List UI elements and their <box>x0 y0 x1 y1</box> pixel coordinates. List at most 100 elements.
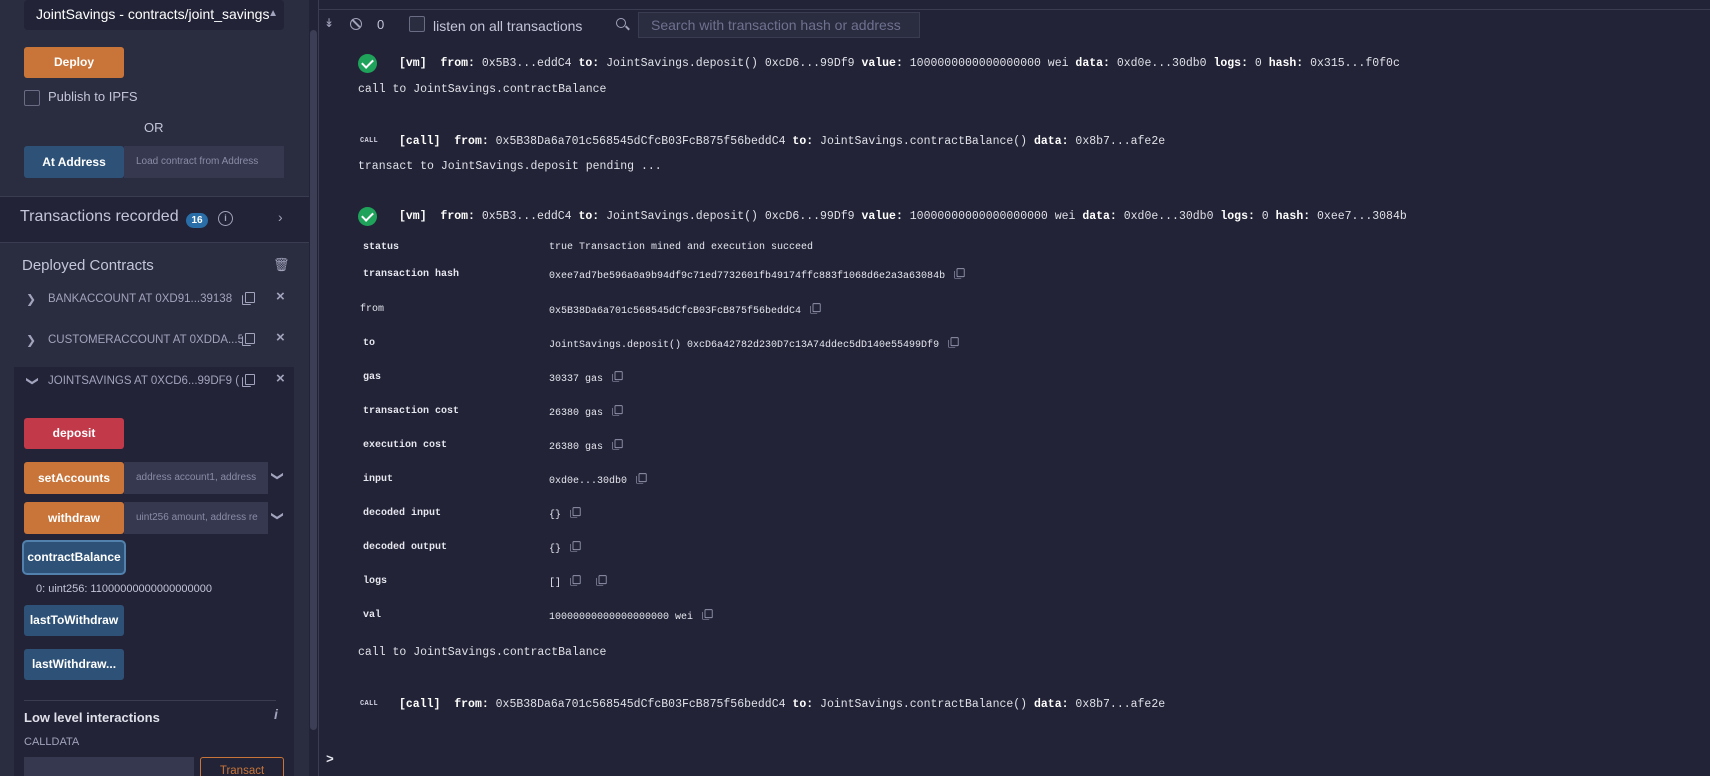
load-contract-address-input[interactable]: Load contract from Address <box>124 146 284 178</box>
logs-label: logs: <box>1213 57 1248 70</box>
copy-icon[interactable] <box>954 268 965 279</box>
contract-select[interactable]: JointSavings - contracts/joint_savings ▲ <box>24 0 284 30</box>
copy-icon[interactable] <box>242 374 255 387</box>
chevron-down-icon[interactable]: ❯ <box>271 471 285 481</box>
detail-value-text: 26380 gas <box>549 408 604 420</box>
detail-value-transaction-cost: 26380 gas <box>549 405 623 420</box>
chevron-down-icon[interactable]: ❯ <box>271 511 285 521</box>
call-log-line-2[interactable]: [call] from: 0x5B38Da6a701c568545dCfcB03… <box>399 698 1165 711</box>
set-accounts-button[interactable]: setAccounts <box>24 462 124 494</box>
listen-all-checkbox[interactable] <box>409 16 425 32</box>
success-check-icon <box>358 54 377 73</box>
deployed-contract-jointsavings[interactable]: ❯ JOINTSAVINGS AT 0XCD6...99DF9 ( × <box>14 366 294 404</box>
tx-logs: 0 <box>1254 57 1262 70</box>
set-accounts-input[interactable]: address account1, address <box>124 462 268 494</box>
call-log-line-1[interactable]: [call] from: 0x5B38Da6a701c568545dCfcB03… <box>399 135 1165 148</box>
detail-key-transaction-cost: transaction cost <box>363 406 460 417</box>
close-icon[interactable]: × <box>276 329 285 346</box>
call-notice-1: call to JointSavings.contractBalance <box>358 83 607 96</box>
deployed-contract-customeraccount[interactable]: ❯ CUSTOMERACCOUNT AT 0XDDA...5 × <box>14 325 294 363</box>
chevron-right-icon[interactable]: ❯ <box>26 325 36 355</box>
listen-all-label: listen on all transactions <box>433 18 583 34</box>
data-label: data: <box>1034 135 1069 148</box>
contract-balance-result: 0: uint256: 11000000000000000000 <box>36 583 212 595</box>
transact-button[interactable]: Transact <box>200 757 284 776</box>
last-withdraw-amount-button[interactable]: lastWithdraw... <box>24 649 124 680</box>
detail-key-execution-cost: execution cost <box>363 440 448 451</box>
call-tag: [call] <box>399 698 441 711</box>
tx-tag: [vm] <box>399 57 427 70</box>
chevron-right-icon[interactable]: ❯ <box>26 284 36 314</box>
detail-key-val: val <box>363 610 382 621</box>
copy-icon[interactable] <box>570 541 581 552</box>
call-to: JointSavings.contractBalance() <box>820 135 1028 148</box>
withdraw-button[interactable]: withdraw <box>24 502 124 534</box>
call-badge: CALL <box>360 700 379 708</box>
detail-value-text: {} <box>549 544 562 556</box>
deploy-panel: JointSavings - contracts/joint_savings ▲… <box>0 0 309 776</box>
copy-icon[interactable] <box>612 371 623 382</box>
detail-value-logs: [] <box>549 575 607 589</box>
terminal-prompt[interactable]: > <box>326 752 334 767</box>
tx-log-line-2[interactable]: [vm] from: 0x5B3...eddC4 to: JointSaving… <box>399 210 1407 223</box>
publish-ipfs-checkbox[interactable] <box>24 90 40 106</box>
to-label: to: <box>792 135 814 148</box>
detail-key-logs: logs <box>363 576 388 587</box>
left-panel-scrollbar[interactable] <box>309 0 318 776</box>
at-address-button[interactable]: At Address <box>24 146 124 178</box>
transactions-recorded-section[interactable]: Transactions recorded 16 i › <box>0 196 309 243</box>
detail-value-status: true Transaction mined and execution suc… <box>549 242 813 253</box>
from-label: from: <box>454 135 489 148</box>
transaction-search-input[interactable]: Search with transaction hash or address <box>638 12 920 38</box>
copy-icon[interactable] <box>570 575 581 586</box>
copy-icon[interactable] <box>612 439 623 450</box>
contract-balance-button[interactable]: contractBalance <box>24 542 124 573</box>
tx-log-line-1[interactable]: [vm] from: 0x5B3...eddC4 to: JointSaving… <box>399 57 1400 70</box>
contract-name: BANKACCOUNT AT 0XD91...39138 <box>48 293 233 305</box>
tx-data: 0xd0e...30db0 <box>1116 57 1207 70</box>
info-icon[interactable]: i <box>218 211 233 226</box>
detail-value-text: 26380 gas <box>549 442 604 454</box>
chevron-right-icon[interactable]: › <box>278 209 283 225</box>
detail-value-execution-cost: 26380 gas <box>549 439 623 454</box>
copy-icon[interactable] <box>242 333 255 346</box>
from-label: from: <box>440 210 475 223</box>
close-icon[interactable]: × <box>276 288 285 305</box>
copy-icon[interactable] <box>612 405 623 416</box>
clear-console-icon[interactable] <box>350 18 362 30</box>
copy-icon[interactable] <box>702 609 713 620</box>
hash-label: hash: <box>1275 210 1311 223</box>
copy-icon[interactable] <box>810 303 821 314</box>
deploy-button[interactable]: Deploy <box>24 47 124 78</box>
deposit-button[interactable]: deposit <box>24 418 124 449</box>
copy-icon[interactable] <box>948 337 959 348</box>
copy-icon[interactable] <box>596 575 607 586</box>
withdraw-input[interactable]: uint256 amount, address re <box>124 502 268 534</box>
from-label: from: <box>454 698 489 711</box>
detail-key-gas: gas <box>363 372 382 383</box>
detail-value-decoded-output: {} <box>549 541 581 556</box>
chevron-down-icon[interactable]: ❯ <box>18 376 48 386</box>
scrollbar-thumb[interactable] <box>310 30 317 730</box>
tx-tag: [vm] <box>399 210 427 223</box>
copy-icon[interactable] <box>570 507 581 518</box>
search-icon <box>616 18 630 31</box>
divider <box>24 700 276 701</box>
low-level-interactions-label: Low level interactions <box>24 710 160 725</box>
contract-select-value: JointSavings - contracts/joint_savings <box>36 6 270 22</box>
detail-value-decoded-input: {} <box>549 507 581 522</box>
copy-icon[interactable] <box>242 292 255 305</box>
collapse-terminal-icon[interactable]: ↡ <box>324 16 334 30</box>
last-to-withdraw-button[interactable]: lastToWithdraw <box>24 605 124 636</box>
copy-icon[interactable] <box>636 473 647 484</box>
detail-value-to: JointSavings.deposit() 0xcD6a42782d230D7… <box>549 337 959 351</box>
info-icon[interactable]: i <box>274 706 278 722</box>
panel-divider[interactable] <box>318 0 319 776</box>
detail-value-text: true Transaction mined and execution suc… <box>549 242 814 253</box>
detail-value-text: {} <box>549 510 562 522</box>
deployed-contract-bankaccount[interactable]: ❯ BANKACCOUNT AT 0XD91...39138 × <box>14 284 294 322</box>
close-icon[interactable]: × <box>276 370 285 387</box>
call-badge: CALL <box>360 137 379 145</box>
trash-icon[interactable]: 🗑 <box>273 257 290 273</box>
calldata-input[interactable] <box>24 757 194 776</box>
